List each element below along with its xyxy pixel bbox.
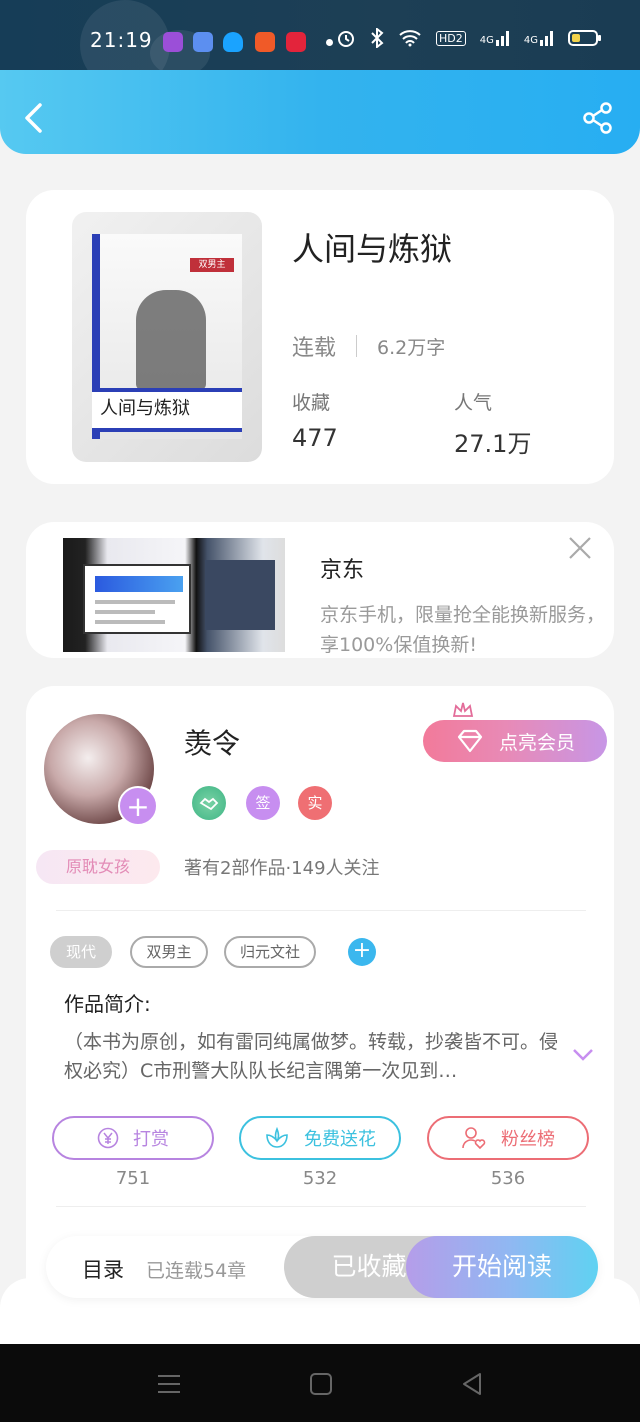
- vip-button[interactable]: 点亮会员: [423, 720, 607, 762]
- bluetooth-icon: [371, 28, 384, 48]
- send-flower-label: 免费送花: [304, 1129, 376, 1150]
- collect-count: 477: [292, 424, 338, 452]
- diamond-icon: [457, 729, 483, 753]
- tag-genre[interactable]: 现代: [50, 936, 112, 968]
- system-nav-bar: [0, 1344, 640, 1422]
- share-icon[interactable]: [582, 102, 614, 134]
- more-notifications-dot: [326, 39, 333, 46]
- close-icon[interactable]: [568, 536, 592, 560]
- app-notification-icon: [163, 32, 183, 52]
- back-arrow-icon[interactable]: [22, 102, 46, 134]
- cover-title: 人间与炼狱: [92, 388, 242, 432]
- tag-theme[interactable]: 双男主: [130, 936, 208, 968]
- hd-indicator: HD2: [436, 30, 466, 46]
- menu-icon[interactable]: [156, 1372, 182, 1396]
- intro-label: 作品简介:: [64, 992, 151, 1016]
- book-status-row: 连载 6.2万字: [292, 330, 445, 362]
- follow-author-button[interactable]: +: [118, 786, 158, 826]
- add-tag-button[interactable]: +: [348, 938, 376, 966]
- home-icon[interactable]: [308, 1372, 334, 1396]
- book-info-card: 双男主 人间与炼狱 人间与炼狱 连载 6.2万字 收藏 477 人气 27.1万: [26, 190, 614, 484]
- clock: 21:19: [90, 28, 153, 52]
- ad-image-graphic: [95, 600, 175, 604]
- top-header: [0, 70, 640, 154]
- toc-link[interactable]: 目录: [82, 1254, 124, 1284]
- bottom-action-bar: 目录 已连载54章 已收藏 开始阅读: [46, 1236, 598, 1298]
- status-bar: 21:19 HD2 4G 4G: [0, 0, 640, 90]
- user-heart-icon: [462, 1127, 486, 1150]
- author-info: 著有2部作品·149人关注: [184, 858, 380, 879]
- start-reading-button[interactable]: 开始阅读: [406, 1236, 598, 1298]
- collect-label: 收藏: [292, 392, 331, 414]
- handshake-badge-icon: [192, 786, 226, 820]
- ad-title: 京东: [320, 558, 365, 583]
- book-title: 人间与炼狱: [292, 230, 453, 268]
- signal-1: 4G: [480, 30, 510, 46]
- author-title-tag: 原耽女孩: [36, 850, 160, 884]
- popularity-count: 27.1万: [454, 430, 532, 458]
- ad-image-graphic: [205, 560, 275, 630]
- ad-image-graphic: [95, 576, 183, 592]
- app-notification-icon: [193, 32, 213, 52]
- tip-count: 751: [115, 1168, 151, 1189]
- vip-label: 点亮会员: [498, 731, 575, 754]
- tip-label: 打赏: [133, 1129, 169, 1150]
- fan-count: 536: [490, 1168, 526, 1189]
- divider: [56, 910, 586, 911]
- handshake-icon: [199, 797, 219, 811]
- signal-bars-icon: [540, 31, 553, 46]
- signed-badge: 签: [246, 786, 280, 820]
- tip-button[interactable]: 打赏: [52, 1116, 214, 1160]
- fan-ranking-button[interactable]: 粉丝榜: [427, 1116, 589, 1160]
- intro-text: （本书为原创，如有雷同纯属做梦。转载，抄袭皆不可。侵权必究）C市刑警大队队长纪言…: [64, 1031, 559, 1082]
- status-icons: HD2 4G 4G: [336, 28, 602, 48]
- network-type: 4G: [479, 35, 494, 46]
- divider: [356, 335, 358, 357]
- network-type: 4G: [523, 35, 538, 46]
- ad-banner[interactable]: 京东 京东手机，限量抢全能换新服务，享100%保值换新!: [26, 522, 614, 658]
- signal-bars-icon: [495, 31, 509, 46]
- yen-coin-icon: [97, 1127, 119, 1149]
- book-cover[interactable]: 双男主 人间与炼狱: [72, 212, 262, 462]
- fan-ranking-label: 粉丝榜: [501, 1129, 555, 1150]
- lotus-icon: [266, 1127, 288, 1148]
- ad-image: [63, 538, 285, 652]
- author-name: 羡令: [184, 727, 241, 760]
- ad-description: 京东手机，限量抢全能换新服务，享100%保值换新!: [320, 604, 606, 656]
- app-notification-icon: [286, 32, 306, 52]
- app-notification-icon: [255, 32, 275, 52]
- wifi-icon: [399, 30, 421, 47]
- author-card: + 羡令 点亮会员 签 实 原耽女孩 著有2部作品·149人关注 现代 双男主 …: [26, 686, 614, 1306]
- send-flower-button[interactable]: 免费送花: [239, 1116, 401, 1160]
- alarm-icon: [338, 31, 354, 47]
- flower-count: 532: [302, 1168, 338, 1189]
- back-triangle-icon[interactable]: [460, 1372, 486, 1396]
- popularity-label: 人气: [454, 392, 493, 414]
- ad-image-graphic: [95, 620, 165, 624]
- tag-publisher[interactable]: 归元文社: [224, 936, 316, 968]
- chapters-count[interactable]: 已连载54章: [146, 1256, 246, 1283]
- ad-image-phone-screen: [83, 564, 191, 634]
- ad-image-graphic: [95, 610, 155, 614]
- crown-icon: [452, 702, 474, 717]
- verified-badge: 实: [298, 786, 332, 820]
- word-count: 6.2万字: [377, 336, 446, 359]
- battery-icon: [568, 30, 601, 46]
- serial-status: 连载: [292, 336, 337, 361]
- signal-2: 4G: [524, 30, 554, 46]
- qq-icon: [223, 32, 243, 52]
- chevron-down-icon[interactable]: [572, 1048, 594, 1062]
- divider: [56, 1206, 586, 1207]
- cover-figure: [136, 290, 206, 390]
- cover-tag: 双男主: [190, 258, 234, 272]
